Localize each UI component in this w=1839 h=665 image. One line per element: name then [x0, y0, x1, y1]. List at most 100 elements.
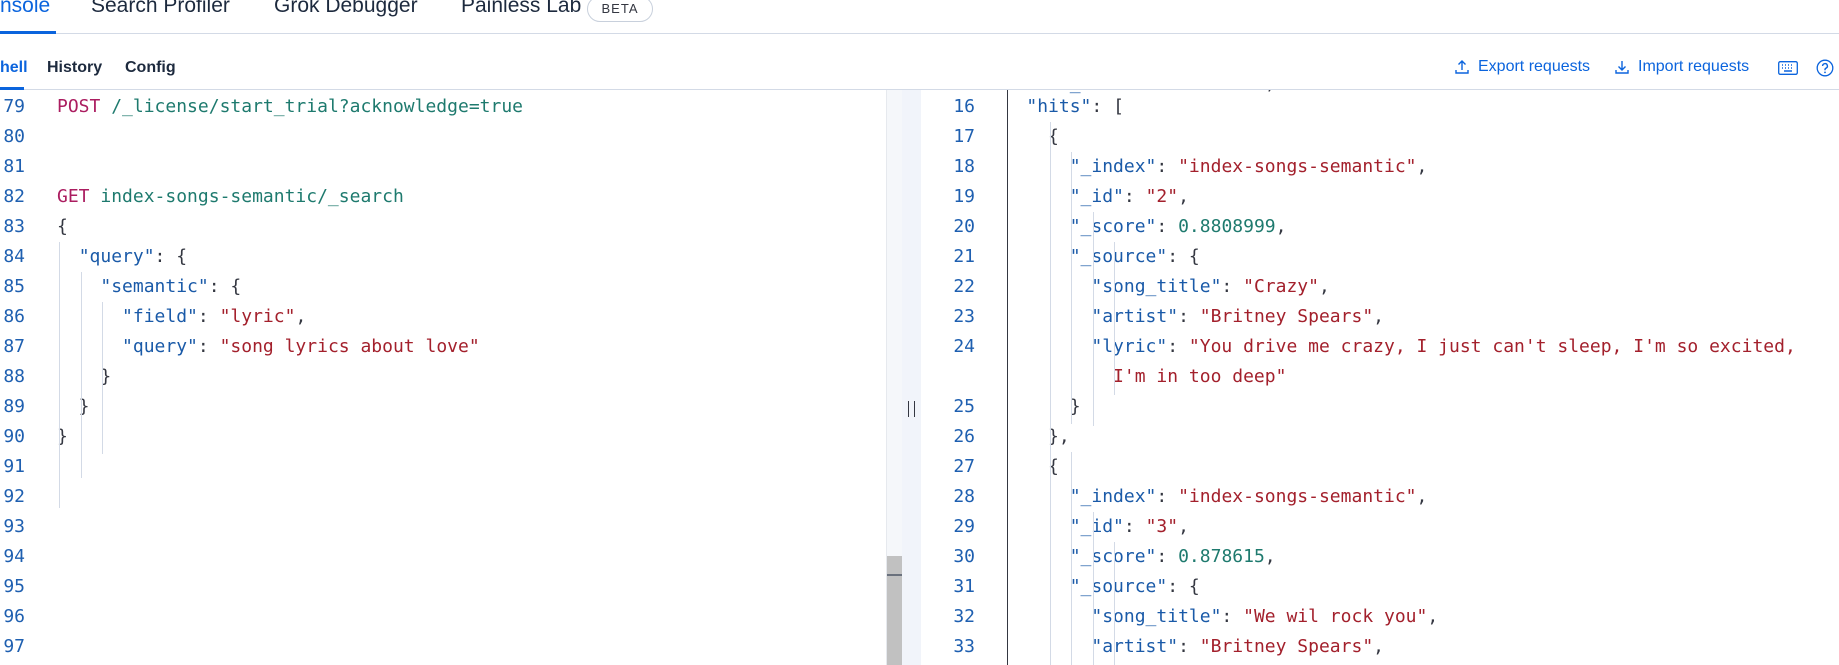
line-number: 29 — [953, 516, 975, 537]
tab-search-profiler[interactable]: Search Profiler — [91, 0, 230, 18]
response-viewer[interactable]: 15 "max_score": 0.8808999,16 "hits": [17… — [921, 90, 1839, 665]
code-token: : { — [1167, 576, 1200, 597]
code-token: , — [1427, 606, 1439, 627]
code-line: 93 — [0, 512, 886, 542]
code-token: , — [1178, 516, 1189, 537]
code-line: 90} — [0, 422, 886, 452]
code-text: "query": { — [57, 242, 187, 272]
indent-guide — [81, 272, 82, 478]
code-token: index-songs-semantic/_search — [100, 186, 404, 207]
code-line: 82 GET index-songs-semantic/_search — [0, 182, 886, 212]
help-button[interactable] — [1814, 57, 1836, 79]
code-token: , — [1318, 276, 1330, 297]
code-line: 88 } — [0, 362, 886, 392]
code-text: "lyric": "You drive me crazy, I just can… — [983, 332, 1795, 362]
subtab-history[interactable]: History — [47, 59, 102, 77]
line-number: 21 — [953, 246, 975, 267]
code-line: 87 "query": "song lyrics about love" — [0, 332, 886, 362]
keyboard-shortcuts-button[interactable] — [1777, 57, 1799, 79]
code-text: "query": "song lyrics about love" — [57, 332, 480, 362]
line-number: 20 — [953, 216, 975, 237]
code-token: "artist" — [1091, 306, 1179, 327]
line-number: 86 — [3, 306, 25, 327]
code-line: 81 — [0, 152, 886, 182]
top-nav-tabs: nsole Search Profiler Grok Debugger Pain… — [0, 0, 1839, 34]
request-editor-scrollbar[interactable] — [886, 90, 902, 665]
export-requests-button[interactable]: Export requests — [1454, 58, 1590, 76]
line-number: 16 — [953, 96, 975, 117]
console-toolbar: hell History Config Export requests Impo… — [0, 47, 1839, 90]
code-token: { — [57, 216, 68, 237]
scrollbar-thumb[interactable] — [887, 556, 902, 665]
code-token: "_id" — [1069, 516, 1124, 537]
line-number: 31 — [953, 576, 975, 597]
code-text: }, — [983, 422, 1070, 452]
panel-resize-handle[interactable] — [902, 90, 921, 665]
indent-guide — [59, 242, 60, 508]
code-line: 24 "lyric": "You drive me crazy, I just … — [921, 332, 1839, 362]
code-token: "hits" — [1026, 96, 1092, 117]
code-token: "song_title" — [1091, 606, 1222, 627]
tab-console[interactable]: nsole — [0, 0, 50, 18]
line-number: 83 — [3, 216, 25, 237]
code-token: : [ — [1091, 96, 1124, 117]
line-number: 19 — [953, 186, 975, 207]
code-token: , — [1178, 186, 1189, 207]
line-number: 28 — [953, 486, 975, 507]
code-text: "_source": { — [983, 242, 1200, 272]
code-text: { — [983, 122, 1059, 152]
code-line: 18 "_index": "index-songs-semantic", — [921, 152, 1839, 182]
code-line: 83 { — [0, 212, 886, 242]
indent-guide — [1071, 452, 1072, 665]
code-line: 20 "_score": 0.8808999, — [921, 212, 1839, 242]
code-line: 19 "_id": "2", — [921, 182, 1839, 212]
subtab-shell[interactable]: hell — [0, 59, 28, 77]
code-line: 29 "_id": "3", — [921, 512, 1839, 542]
code-token: : — [1156, 156, 1179, 177]
code-token: : — [1178, 636, 1200, 657]
indent-guide — [1050, 122, 1051, 665]
code-line: 92 — [0, 482, 886, 512]
line-number: 95 — [3, 576, 25, 597]
code-token: /_license/start_trial?acknowledge=true — [111, 96, 524, 117]
subtab-config[interactable]: Config — [125, 59, 176, 77]
code-line: 79 POST /_license/start_trial?acknowledge… — [0, 92, 886, 122]
code-text: "_source": { — [983, 572, 1200, 602]
line-number: 85 — [3, 276, 25, 297]
upload-icon — [1455, 60, 1469, 74]
tab-painless-lab[interactable]: Painless Lab — [461, 0, 581, 18]
request-editor[interactable]: 7879POST /_license/start_trial?acknowled… — [0, 90, 886, 665]
code-token: "Crazy" — [1243, 276, 1319, 297]
code-line: 23 "artist": "Britney Spears", — [921, 302, 1839, 332]
indent-guide — [1093, 512, 1094, 665]
line-number: 92 — [3, 486, 25, 507]
indent-guide — [1071, 152, 1072, 424]
code-token: : — [1221, 606, 1244, 627]
code-text: "song_title": "Crazy", — [983, 272, 1330, 302]
code-token: "3" — [1145, 516, 1179, 537]
code-line: 28 "_index": "index-songs-semantic", — [921, 482, 1839, 512]
code-line: 95 — [0, 572, 886, 602]
code-line: 30 "_score": 0.878615, — [921, 542, 1839, 572]
response-gutter-divider — [1007, 90, 1008, 665]
code-line: 16 "hits": [ — [921, 92, 1839, 122]
import-requests-button[interactable]: Import requests — [1614, 58, 1749, 76]
code-text: } — [57, 392, 90, 422]
line-number: 97 — [3, 636, 25, 657]
scrollbar-cursor-marker — [887, 574, 902, 576]
code-token: { — [983, 456, 1059, 477]
code-token: : — [1178, 306, 1200, 327]
code-token: : — [1156, 546, 1179, 567]
line-number: 88 — [3, 366, 25, 387]
code-token: , — [1416, 486, 1428, 507]
code-text: "semantic": { — [57, 272, 241, 302]
tab-grok-debugger[interactable]: Grok Debugger — [274, 0, 418, 18]
